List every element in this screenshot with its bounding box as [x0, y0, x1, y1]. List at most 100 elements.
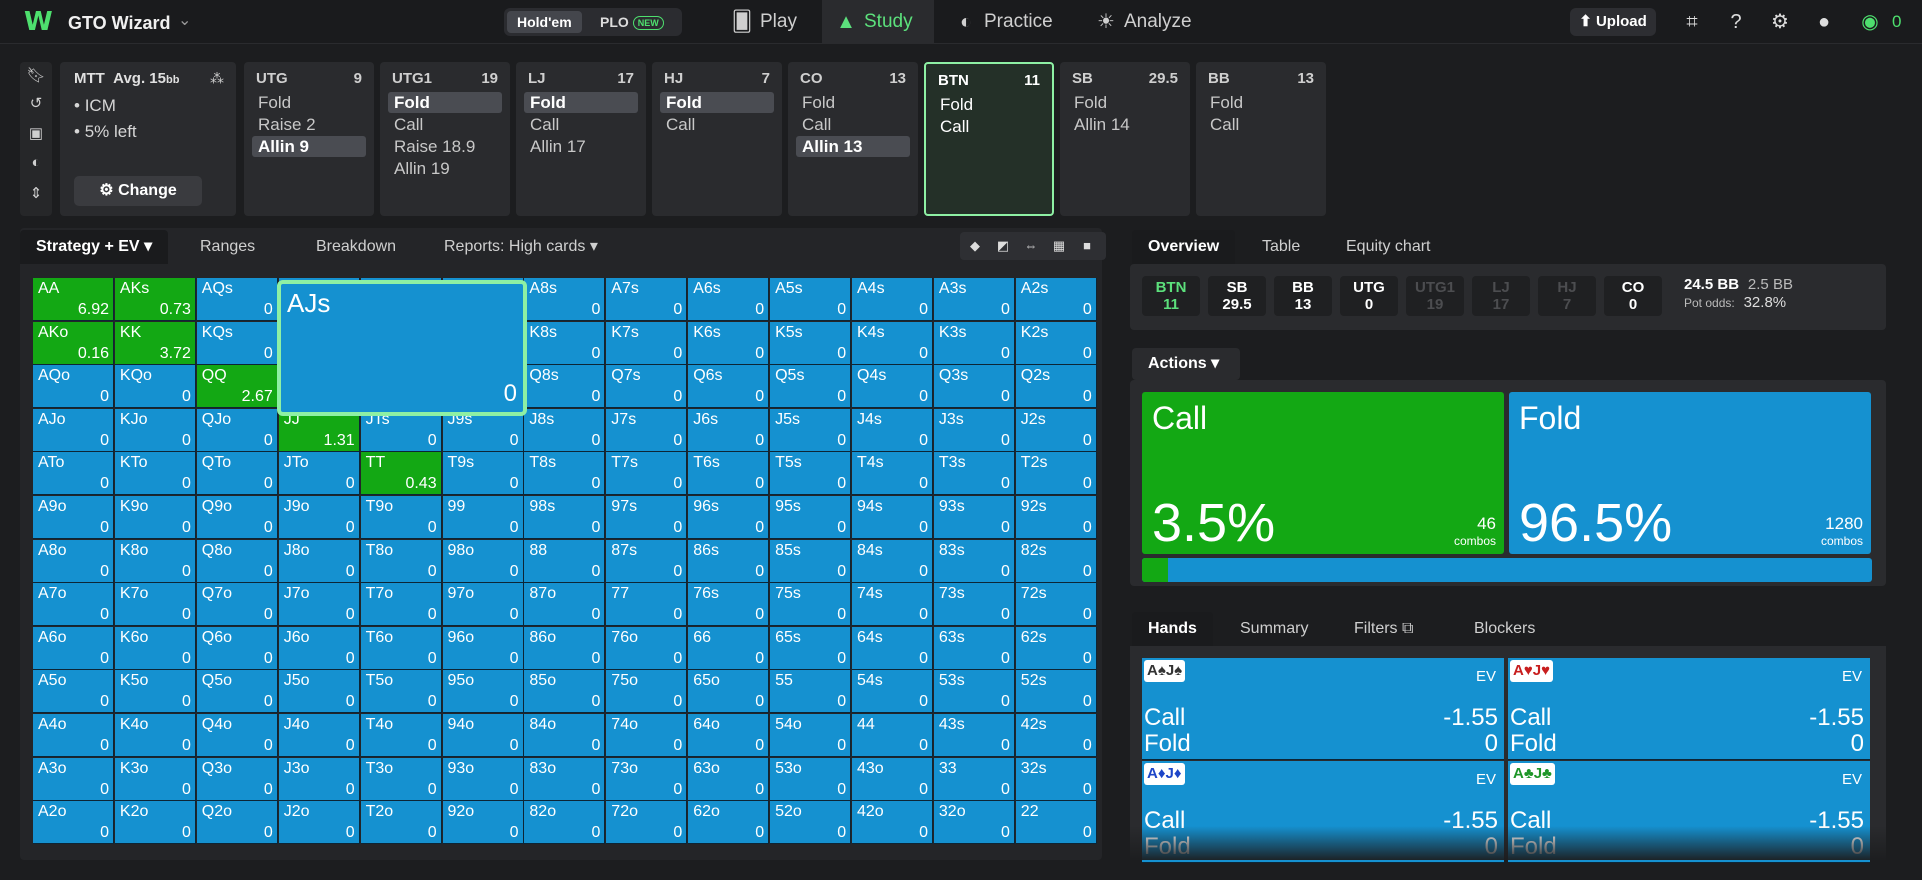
hand-cell[interactable]: Q4o 0	[196, 714, 278, 757]
hand-cell[interactable]: 96o 0	[442, 626, 524, 670]
hand-cell[interactable]: A3s 0	[933, 278, 1015, 321]
hand-cell[interactable]: 53s 0	[933, 670, 1015, 714]
hand-cell[interactable]: K5s 0	[770, 321, 852, 365]
hand-cell[interactable]: 63s 0	[933, 626, 1015, 670]
hand-cell[interactable]: T3o 0	[360, 757, 442, 801]
hand-cell[interactable]: 87s 0	[606, 539, 688, 583]
action-call[interactable]: Call 3.5% 46 combos	[1142, 392, 1504, 554]
hand-cell[interactable]: 22 0	[1015, 801, 1097, 845]
history-icon[interactable]: ↺	[20, 94, 52, 112]
tab-reports[interactable]: Reports: High cards ▾	[428, 230, 614, 264]
hand-cell[interactable]: 32o 0	[933, 801, 1015, 845]
hand-cell[interactable]: AQo 0	[33, 365, 114, 409]
hand-cell[interactable]: 84s 0	[852, 539, 933, 583]
hand-cell[interactable]: 72o 0	[606, 801, 688, 845]
hand-cell[interactable]: T2o 0	[360, 801, 442, 845]
help-icon[interactable]: ?	[1724, 10, 1748, 34]
hand-cell[interactable]: Q7s 0	[606, 365, 688, 409]
hand-cell[interactable]: J6o 0	[278, 626, 360, 670]
hand-cell[interactable]: 92s 0	[1015, 496, 1097, 539]
hand-cell[interactable]: A6s 0	[688, 278, 770, 321]
hand-cell[interactable]: QQ 2.67	[196, 365, 278, 409]
seat-lj[interactable]: LJ 17 Fold Call Allin 17	[516, 62, 646, 216]
hand-cell[interactable]: 75o 0	[606, 670, 688, 714]
profile-icon[interactable]: ●	[1812, 10, 1836, 34]
hand-cell[interactable]: K6o 0	[114, 626, 196, 670]
tab-overview[interactable]: Overview	[1132, 230, 1236, 264]
split-view-icon[interactable]: ◩	[993, 236, 1013, 256]
hand-cell[interactable]: 44 0	[852, 714, 933, 757]
hand-cell[interactable]: Q2o 0	[196, 801, 278, 845]
hand-cell[interactable]: J7s 0	[606, 408, 688, 452]
hand-cell[interactable]: T3s 0	[933, 452, 1015, 496]
hand-cell[interactable]: KQs 0	[196, 321, 278, 365]
tab-summary[interactable]: Summary	[1224, 612, 1324, 646]
hand-cell[interactable]: Q5s 0	[770, 365, 852, 409]
hand-cell[interactable]: 77 0	[606, 583, 688, 627]
nav-study[interactable]: ▲ Study	[822, 0, 934, 44]
seat-action[interactable]: Fold	[934, 94, 1048, 115]
seat-action[interactable]: Fold	[524, 92, 638, 113]
cube-icon[interactable]: ◆	[965, 236, 985, 256]
nav-analyze[interactable]: ☀ Analyze	[1082, 0, 1212, 44]
hand-cell[interactable]: KTo 0	[114, 452, 196, 496]
tab-blockers[interactable]: Blockers	[1458, 612, 1551, 646]
hand-cell[interactable]: A3o 0	[33, 757, 114, 801]
hand-cell[interactable]: AQs 0	[196, 278, 278, 321]
tab-table[interactable]: Table	[1246, 230, 1316, 264]
hand-cell[interactable]: T5s 0	[770, 452, 852, 496]
hand-cell[interactable]: K3o 0	[114, 757, 196, 801]
hand-cell[interactable]: J8s 0	[524, 408, 606, 452]
hand-cell[interactable]: 66 0	[688, 626, 770, 670]
hand-cell[interactable]: 76s 0	[688, 583, 770, 627]
seat-hj[interactable]: HJ 7 Fold Call	[652, 62, 782, 216]
hand-cell[interactable]: 86o 0	[524, 626, 606, 670]
hand-cell[interactable]: Q7o 0	[196, 583, 278, 627]
hand-cell[interactable]: T8s 0	[524, 452, 606, 496]
hand-cell[interactable]: 82s 0	[1015, 539, 1097, 583]
hand-cell[interactable]: AKs 0.73	[114, 278, 196, 321]
hand-cell[interactable]: J3o 0	[278, 757, 360, 801]
seat-action[interactable]: Fold	[1068, 92, 1182, 113]
hand-cell[interactable]: 97s 0	[606, 496, 688, 539]
hand-cell[interactable]: 74s 0	[852, 583, 933, 627]
hand-combo-card[interactable]: A♥J♥ EV Call -1.55 Fold 0	[1508, 658, 1870, 760]
hand-cell[interactable]: J8o 0	[278, 539, 360, 583]
hand-cell[interactable]: Q8s 0	[524, 365, 606, 409]
hand-cell[interactable]: J9o 0	[278, 496, 360, 539]
holdem-toggle[interactable]: Hold'em	[507, 11, 582, 33]
hand-cell[interactable]: Q6o 0	[196, 626, 278, 670]
screenshot-icon[interactable]: ⌗	[1680, 10, 1704, 34]
hand-cell[interactable]: K5o 0	[114, 670, 196, 714]
hand-cell[interactable]: K8s 0	[524, 321, 606, 365]
hand-cell[interactable]: 83s 0	[933, 539, 1015, 583]
hand-cell[interactable]: 55 0	[770, 670, 852, 714]
hand-cell[interactable]: 62o 0	[688, 801, 770, 845]
hand-cell[interactable]: K6s 0	[688, 321, 770, 365]
hand-cell[interactable]: QTo 0	[196, 452, 278, 496]
hand-cell[interactable]: K4s 0	[852, 321, 933, 365]
seat-action[interactable]: Allin 14	[1068, 114, 1182, 135]
hand-cell[interactable]: A8s 0	[524, 278, 606, 321]
seat-sb[interactable]: SB 29.5 Fold Allin 14	[1060, 62, 1190, 216]
hand-cell[interactable]: 65o 0	[688, 670, 770, 714]
hand-cell[interactable]: T7s 0	[606, 452, 688, 496]
hand-cell[interactable]: Q9o 0	[196, 496, 278, 539]
hand-cell[interactable]: 74o 0	[606, 714, 688, 757]
hand-cell[interactable]: 52o 0	[770, 801, 852, 845]
hand-cell[interactable]: 87o 0	[524, 583, 606, 627]
hand-cell[interactable]: Q3o 0	[196, 757, 278, 801]
hand-cell[interactable]: 42o 0	[852, 801, 933, 845]
action-fold[interactable]: Fold 96.5% 1280 combos	[1509, 392, 1871, 554]
hand-cell[interactable]: T6o 0	[360, 626, 442, 670]
hand-cell[interactable]: A8o 0	[33, 539, 114, 583]
hand-cell[interactable]: Q2s 0	[1015, 365, 1097, 409]
gto-wizard-logo-icon[interactable]: W	[24, 9, 54, 35]
seat-action[interactable]: Allin 9	[252, 136, 366, 157]
seat-action[interactable]: Fold	[1204, 92, 1318, 113]
actions-dropdown[interactable]: Actions ▾	[1132, 348, 1240, 380]
gamepad-icon[interactable]: ◐	[20, 154, 52, 171]
hand-cell[interactable]: J7o 0	[278, 583, 360, 627]
position-chip-utg1[interactable]: UTG1 19	[1406, 276, 1464, 316]
seat-action[interactable]: Fold	[388, 92, 502, 113]
